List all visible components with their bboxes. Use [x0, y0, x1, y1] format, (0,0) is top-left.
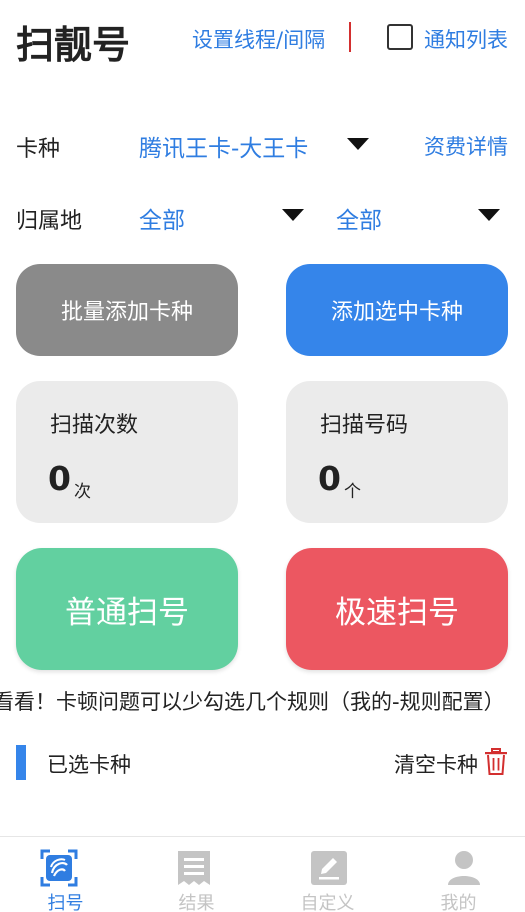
nav-label-scan: 扫号 [47, 893, 84, 912]
card-type-dropdown-icon[interactable] [347, 138, 369, 150]
nav-label-custom: 自定义 [300, 893, 355, 912]
scan-count-card: 扫描次数 0 次 [16, 381, 238, 523]
notice-text: 看看！卡顿问题可以少勾选几个规则（我的-规则配置） [0, 690, 505, 714]
nav-item-results[interactable]: 结果 [131, 837, 262, 912]
location-label: 归属地 [16, 209, 83, 234]
scan-count-unit: 次 [74, 482, 91, 502]
fast-scan-button[interactable]: 极速扫号 [286, 548, 508, 670]
nav-label-results: 结果 [178, 893, 215, 912]
nav-item-mine[interactable]: 我的 [393, 837, 524, 912]
receipt-icon [178, 851, 210, 885]
scan-count-label: 扫描次数 [50, 413, 139, 438]
province-dropdown-icon[interactable] [282, 209, 304, 221]
card-type-select[interactable]: 腾讯王卡-大王卡 [139, 129, 308, 163]
trash-icon[interactable] [484, 748, 508, 776]
card-type-label: 卡种 [16, 137, 61, 162]
notice-marquee: 看看！卡顿问题可以少勾选几个规则（我的-规则配置） [0, 686, 525, 718]
clear-cards-button[interactable]: 清空卡种 [394, 749, 478, 779]
nav-label-mine: 我的 [440, 893, 477, 912]
nav-item-scan[interactable]: 扫号 [0, 837, 131, 912]
notify-list-label[interactable]: 通知列表 [424, 24, 508, 54]
user-icon [448, 851, 480, 885]
section-accent-bar [16, 745, 26, 780]
header: 扫靓号 设置线程/间隔 通知列表 [0, 0, 525, 80]
province-select[interactable]: 全部 [139, 201, 185, 235]
selected-cards-title: 已选卡种 [47, 753, 131, 777]
header-divider [349, 22, 351, 52]
notify-checkbox[interactable] [387, 24, 413, 50]
bottom-nav: 扫号 结果 自定义 我的 [0, 836, 525, 912]
add-selected-button[interactable]: 添加选中卡种 [286, 264, 508, 356]
scan-icon [40, 849, 78, 887]
normal-scan-button[interactable]: 普通扫号 [16, 548, 238, 670]
fee-details-link[interactable]: 资费详情 [424, 131, 508, 161]
batch-add-button[interactable]: 批量添加卡种 [16, 264, 238, 356]
scan-numbers-card: 扫描号码 0 个 [286, 381, 508, 523]
scan-numbers-value: 0 [318, 459, 341, 498]
page-title: 扫靓号 [16, 23, 131, 67]
nav-item-custom[interactable]: 自定义 [262, 837, 393, 912]
edit-icon [311, 851, 347, 885]
scan-count-value: 0 [48, 459, 71, 498]
city-select[interactable]: 全部 [336, 201, 382, 235]
city-dropdown-icon[interactable] [478, 209, 500, 221]
scan-numbers-label: 扫描号码 [320, 413, 409, 438]
scan-numbers-unit: 个 [344, 482, 361, 502]
settings-link[interactable]: 设置线程/间隔 [192, 24, 325, 54]
